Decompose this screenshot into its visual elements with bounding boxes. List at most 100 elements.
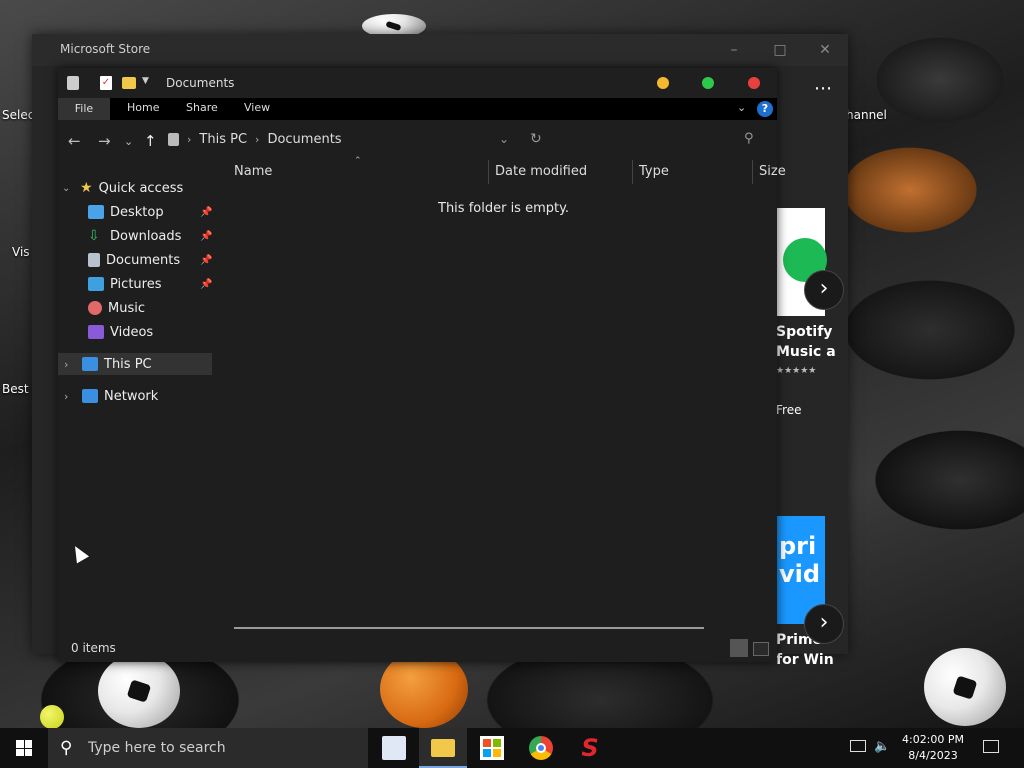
more-options-icon[interactable]: ⋯: [814, 78, 832, 99]
nav-downloads[interactable]: ⇩ Downloads 📌: [58, 225, 212, 247]
nav-pictures[interactable]: Pictures 📌: [58, 273, 212, 295]
expand-ribbon-icon[interactable]: ⌄: [737, 101, 746, 114]
help-icon[interactable]: ?: [757, 101, 773, 117]
column-divider[interactable]: [632, 160, 633, 184]
maximize-dot[interactable]: [702, 77, 714, 89]
column-size[interactable]: Size: [759, 164, 786, 179]
nav-this-pc[interactable]: › This PC: [58, 353, 212, 375]
back-arrow-icon[interactable]: ←: [68, 132, 81, 150]
breadcrumb-separator-icon: ›: [187, 133, 192, 146]
nav-pictures-label: Pictures: [110, 276, 162, 292]
desktop-label[interactable]: hannel: [846, 108, 887, 122]
taskbar-app-s[interactable]: S: [566, 728, 614, 768]
pictures-icon: [88, 277, 104, 291]
new-folder-icon[interactable]: [122, 77, 136, 89]
notification-center-icon[interactable]: [983, 740, 999, 753]
soccer-ball-decoration: [98, 654, 180, 728]
store-title: Microsoft Store: [60, 42, 151, 56]
tab-share[interactable]: Share: [186, 101, 218, 114]
close-dot[interactable]: [748, 77, 760, 89]
nav-network[interactable]: › Network: [58, 385, 212, 407]
network-icon: [82, 389, 98, 403]
nav-music[interactable]: Music: [58, 297, 212, 319]
document-location-icon: [168, 133, 179, 146]
column-name[interactable]: Name: [234, 164, 272, 179]
breadcrumb-documents[interactable]: Documents: [267, 132, 341, 147]
nav-videos-label: Videos: [110, 324, 154, 340]
minimize-button[interactable]: –: [724, 40, 744, 60]
recent-locations-chevron-icon[interactable]: ⌄: [124, 135, 133, 148]
nav-documents-label: Documents: [106, 252, 181, 268]
folder-icon: [431, 739, 455, 757]
address-bar-row: ← → ⌄ ↑ › This PC › Documents ⌄ ↻ ⚲: [58, 120, 777, 160]
nav-desktop-label: Desktop: [110, 204, 164, 220]
taskbar-chrome-app[interactable]: [517, 728, 565, 768]
red-s-app-icon: S: [581, 734, 599, 762]
nav-downloads-label: Downloads: [110, 228, 182, 244]
nav-documents[interactable]: Documents 📌: [58, 249, 212, 271]
maximize-button[interactable]: □: [770, 40, 790, 60]
clock-time: 4:02:00 PM: [901, 733, 965, 746]
volume-muted-icon[interactable]: 🔈: [874, 739, 890, 754]
nav-videos[interactable]: Videos: [58, 321, 212, 343]
taskbar-photos-app[interactable]: [370, 728, 418, 768]
start-button[interactable]: [0, 728, 48, 768]
address-dropdown-chevron-icon[interactable]: ⌄: [499, 132, 509, 146]
chrome-icon: [529, 736, 553, 760]
expand-chevron-icon[interactable]: ›: [64, 358, 82, 371]
search-icon[interactable]: ⚲: [744, 131, 754, 146]
taskbar-file-explorer-app[interactable]: [419, 728, 467, 768]
nav-quick-access[interactable]: ⌄ ★ Quick access: [58, 177, 212, 199]
breadcrumb-this-pc[interactable]: This PC: [199, 132, 247, 147]
column-divider[interactable]: [752, 160, 753, 184]
expand-chevron-icon[interactable]: ⌄: [62, 183, 80, 194]
chevron-down-icon[interactable]: ▼: [142, 76, 149, 86]
star-icon: ★: [80, 180, 93, 196]
expand-chevron-icon[interactable]: ›: [64, 390, 82, 403]
photos-icon: [382, 736, 406, 760]
desktop-label[interactable]: Selec: [2, 108, 34, 122]
taskbar-store-app[interactable]: [468, 728, 516, 768]
empty-folder-message: This folder is empty.: [438, 201, 570, 216]
prime-video-logo: pri vid: [779, 532, 821, 588]
network-status-icon[interactable]: [850, 740, 866, 752]
horizontal-scrollbar[interactable]: [234, 627, 704, 629]
desktop-folder-icon: [88, 205, 104, 219]
nav-this-pc-label: This PC: [104, 356, 152, 372]
forward-arrow-icon[interactable]: →: [98, 132, 111, 150]
properties-icon[interactable]: [67, 76, 79, 90]
minimize-dot[interactable]: [657, 77, 669, 89]
close-button[interactable]: ✕: [815, 40, 835, 60]
clock-date: 8/4/2023: [908, 749, 958, 762]
nav-network-label: Network: [104, 388, 159, 404]
nav-music-label: Music: [108, 300, 145, 316]
checkmark-icon[interactable]: ✓: [100, 76, 112, 90]
pin-icon[interactable]: 📌: [200, 279, 212, 290]
up-arrow-icon[interactable]: ↑: [144, 132, 157, 150]
tab-file[interactable]: File: [58, 98, 110, 120]
windows-logo-icon: [16, 740, 32, 756]
tab-view[interactable]: View: [244, 101, 270, 114]
quick-access-toolbar: ✓ ▼ Documents: [58, 68, 777, 98]
taskbar-search-placeholder: Type here to search: [88, 740, 226, 756]
pin-icon[interactable]: 📌: [200, 255, 212, 266]
next-arrow-button[interactable]: ›: [804, 604, 844, 644]
details-view-button[interactable]: [730, 639, 748, 657]
desktop-label[interactable]: Best: [2, 382, 29, 396]
pin-icon[interactable]: 📌: [200, 231, 212, 242]
large-icons-view-button[interactable]: [753, 642, 769, 656]
breadcrumb[interactable]: › This PC › Documents: [168, 132, 342, 147]
breadcrumb-separator-icon: ›: [255, 133, 260, 146]
desktop-label[interactable]: Vis: [12, 245, 30, 259]
taskbar-clock[interactable]: 4:02:00 PM 8/4/2023: [896, 732, 970, 764]
next-arrow-button[interactable]: ›: [804, 270, 844, 310]
column-type[interactable]: Type: [639, 164, 669, 179]
column-divider[interactable]: [488, 160, 489, 184]
taskbar-search-box[interactable]: ⚲ Type here to search: [48, 728, 368, 768]
pin-icon[interactable]: 📌: [200, 207, 212, 218]
spotify-card-title[interactable]: Spotify Music a: [776, 322, 836, 362]
refresh-icon[interactable]: ↻: [530, 131, 542, 147]
nav-desktop[interactable]: Desktop 📌: [58, 201, 212, 223]
tab-home[interactable]: Home: [127, 101, 159, 114]
column-date-modified[interactable]: Date modified: [495, 164, 587, 179]
